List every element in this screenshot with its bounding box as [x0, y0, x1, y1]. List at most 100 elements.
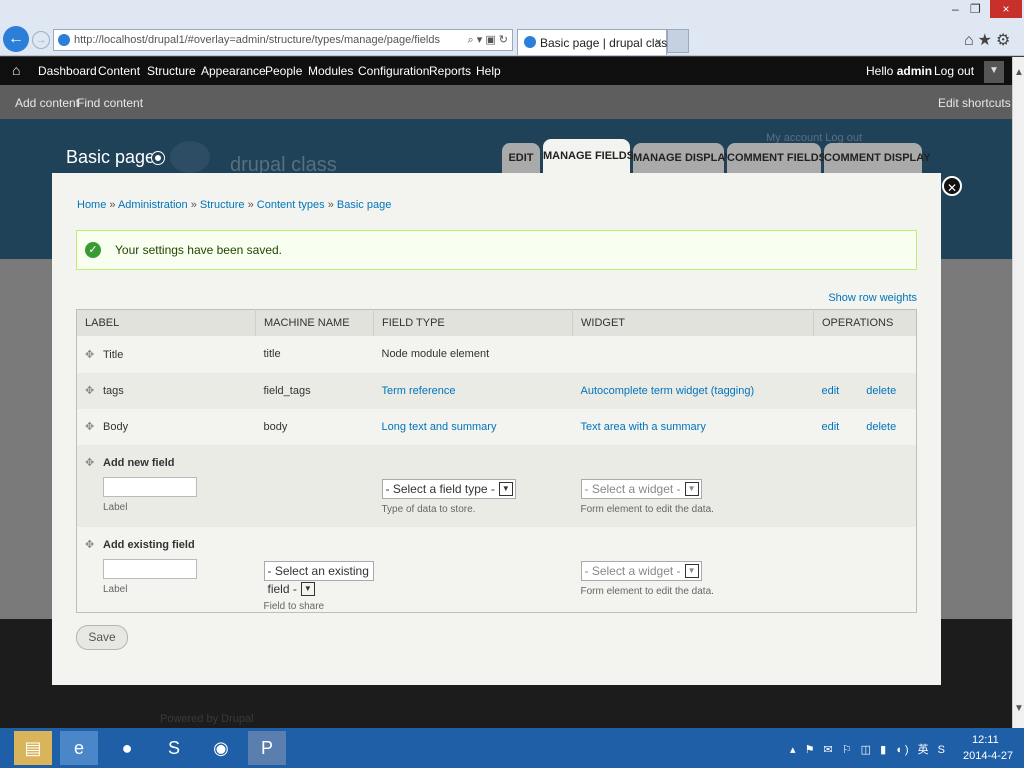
drag-handle-icon[interactable]: ✥ [85, 348, 97, 361]
address-url[interactable]: http://localhost/drupal1/#overlay=admin/… [74, 34, 440, 46]
show-row-weights-link[interactable]: Show row weights [828, 292, 917, 304]
windows-taskbar: ▤ e ● S ◉ P ▴ ⚑ ✉ ⚐ ◫ ▮ ◖) 英 S 12:11 201… [0, 728, 1024, 768]
breadcrumb-sep: » [324, 199, 337, 211]
scroll-down-icon[interactable]: ▼ [1014, 703, 1024, 714]
field-type-link[interactable]: Long text and summary [382, 421, 497, 433]
label-cell: ✥ Add new field Label [76, 444, 256, 527]
drag-handle-icon[interactable]: ✥ [85, 384, 97, 397]
add-new-field-row: ✥ Add new field Label - Select a field ty… [76, 444, 917, 527]
field-type-select-value: - Select a field type - [385, 481, 495, 496]
close-overlay-icon[interactable]: ✕ [942, 176, 962, 196]
breadcrumb-administration[interactable]: Administration [118, 199, 188, 211]
powered-by: Powered by Drupal [160, 713, 254, 725]
widget-link[interactable]: Autocomplete term widget (tagging) [581, 385, 755, 397]
chevron-down-icon: ▼ [498, 482, 513, 497]
breadcrumb-home[interactable]: Home [77, 199, 106, 211]
column-header-field-type: FIELD TYPE [373, 309, 573, 336]
shortcuts-bar: Add content Find content Edit shortcuts [0, 85, 1012, 119]
breadcrumb-basic-page[interactable]: Basic page [337, 199, 391, 211]
new-widget-select-value: - Select a widget - [584, 481, 681, 496]
shortcut-add-content[interactable]: Add content [15, 96, 79, 110]
menu-configuration[interactable]: Configuration [358, 64, 429, 78]
close-window-button[interactable]: × [990, 0, 1022, 18]
field-label: tags [103, 385, 124, 397]
address-tools-icons[interactable]: ⌕ ▾ ▣ ↻ [468, 33, 508, 47]
delete-link[interactable]: delete [866, 421, 896, 433]
overlay-dialog: Home » Administration » Structure » Cont… [52, 173, 941, 685]
shortcut-star-icon[interactable] [151, 151, 165, 165]
add-existing-field-row: ✥ Add existing field Label - Select an ex… [76, 526, 917, 612]
menu-people[interactable]: People [265, 64, 302, 78]
skype-icon[interactable]: S [155, 731, 193, 765]
forward-button[interactable]: → [32, 31, 50, 49]
system-tray-icons[interactable]: ▴ ⚑ ✉ ⚐ ◫ ▮ ◖) 英 S [790, 741, 948, 757]
powerpoint-icon[interactable]: P [248, 731, 286, 765]
home-favorites-settings-icons[interactable]: ⌂★⚙ [964, 30, 1014, 50]
tab-manage-fields[interactable]: MANAGE FIELDS [543, 139, 634, 173]
widget-cell: Autocomplete term widget (tagging) [572, 372, 814, 409]
column-header-operations: OPERATIONS [813, 309, 917, 336]
menu-dashboard[interactable]: Dashboard [38, 64, 97, 78]
column-header-machine-name: MACHINE NAME [255, 309, 374, 336]
new-widget-select[interactable]: - Select a widget - ▼ [580, 478, 702, 499]
new-field-label-input[interactable] [103, 476, 197, 497]
existing-widget-select[interactable]: - Select a widget - ▼ [580, 560, 702, 581]
tab-favicon-icon [524, 36, 536, 48]
machine-name-cell [255, 444, 374, 527]
field-type-cell: Node module element [373, 335, 573, 373]
drupal-logo-icon [170, 141, 210, 173]
tab-manage-display[interactable]: MANAGE DISPLAY [633, 143, 732, 173]
breadcrumb-sep: » [244, 199, 257, 211]
drag-handle-icon[interactable]: ✥ [85, 456, 97, 469]
back-button[interactable]: ← [3, 26, 29, 52]
menu-help[interactable]: Help [476, 64, 501, 78]
edit-link[interactable]: edit [822, 421, 840, 433]
save-button[interactable]: Save [76, 625, 128, 650]
edit-shortcuts-link[interactable]: Edit shortcuts [938, 96, 1011, 110]
widget-link[interactable]: Text area with a summary [581, 421, 706, 433]
user-name[interactable]: admin [897, 64, 932, 78]
browser-tab-active[interactable]: Basic page | drupal class × [517, 29, 673, 55]
existing-field-select[interactable]: - Select an existing field - ▼ [263, 560, 374, 597]
edit-link[interactable]: edit [822, 385, 840, 397]
restore-window-button[interactable]: ❐ [970, 2, 981, 16]
clock-date: 2014-4-27 [963, 750, 1014, 762]
menu-content[interactable]: Content [98, 64, 140, 78]
shortcut-find-content[interactable]: Find content [77, 96, 143, 110]
menu-reports[interactable]: Reports [429, 64, 471, 78]
menu-structure[interactable]: Structure [147, 64, 196, 78]
field-type-select[interactable]: - Select a field type - ▼ [381, 478, 516, 499]
chrome-icon[interactable]: ◉ [202, 731, 240, 765]
existing-field-label-input[interactable] [103, 558, 197, 579]
minimize-window-button[interactable]: – [952, 2, 959, 16]
toolbar-toggle-button[interactable]: ▼ [984, 61, 1004, 83]
logout-link[interactable]: Log out [934, 64, 974, 78]
drag-handle-icon[interactable]: ✥ [85, 538, 97, 551]
menu-modules[interactable]: Modules [308, 64, 353, 78]
breadcrumb-structure[interactable]: Structure [200, 199, 245, 211]
add-new-field-title: Add new field [103, 456, 175, 469]
machine-name-cell: field_tags [255, 372, 374, 409]
drag-handle-icon[interactable]: ✥ [85, 420, 97, 433]
firefox-icon[interactable]: ● [108, 731, 146, 765]
field-type-link[interactable]: Term reference [382, 385, 456, 397]
address-bar[interactable]: http://localhost/drupal1/#overlay=admin/… [53, 29, 513, 51]
internet-explorer-icon[interactable]: e [60, 731, 98, 765]
favicon-icon [58, 34, 70, 46]
column-header-label: LABEL [76, 309, 256, 336]
tab-comment-fields[interactable]: COMMENT FIELDS [727, 143, 826, 173]
status-message: ✓ Your settings have been saved. [76, 230, 917, 270]
hello-prefix: Hello [866, 64, 897, 78]
tab-edit[interactable]: EDIT [502, 143, 540, 173]
home-icon[interactable]: ⌂ [12, 62, 20, 78]
delete-link[interactable]: delete [866, 385, 896, 397]
tab-comment-display[interactable]: COMMENT DISPLAY [824, 143, 931, 173]
breadcrumb-content-types[interactable]: Content types [257, 199, 325, 211]
page-scrollbar[interactable]: ▲ ▼ [1012, 57, 1024, 728]
chevron-down-icon: ▼ [684, 564, 699, 579]
new-tab-button[interactable] [667, 29, 689, 53]
menu-appearance[interactable]: Appearance [201, 64, 266, 78]
tab-close-icon[interactable]: × [655, 35, 662, 49]
file-explorer-icon[interactable]: ▤ [14, 731, 52, 765]
scroll-up-icon[interactable]: ▲ [1014, 67, 1024, 78]
